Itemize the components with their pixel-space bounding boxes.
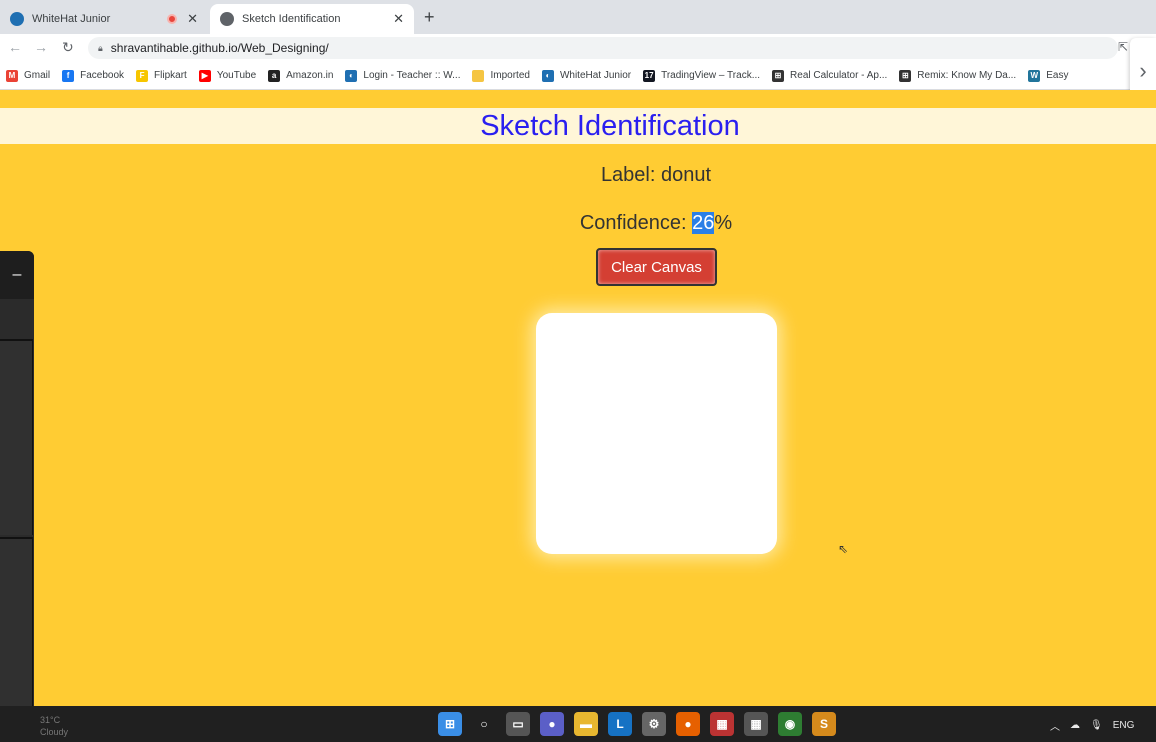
bookmark-item[interactable]: Imported (472, 69, 530, 82)
bookmark-label: WhiteHat Junior (559, 70, 632, 81)
calculator-icon[interactable]: ▦ (744, 712, 768, 736)
clear-canvas-button[interactable]: Clear Canvas (596, 248, 717, 286)
bookmark-item[interactable]: ⊞ Remix: Know My Da... (899, 69, 1017, 82)
share-icon[interactable]: ⇱ (1118, 40, 1128, 54)
globe-icon (220, 12, 234, 26)
bookmark-item[interactable]: ◐ Login - Teacher :: W... (345, 69, 461, 82)
notepad-icon[interactable]: ▦ (710, 712, 734, 736)
bookmark-label: Imported (490, 70, 530, 81)
lync-icon[interactable]: L (608, 712, 632, 736)
cloud-icon[interactable]: ☁ (1070, 720, 1080, 731)
flipkart-icon: F (136, 69, 149, 82)
windows-taskbar: 31°C Cloudy ⊞ ○ ▭ ● ▬ L ⚙ ● ▦ ▦ ◉ S ︿ ☁ 🎙︎ ENG (0, 706, 1156, 742)
url-text: shravantihable.github.io/Web_Designing/ (110, 41, 329, 55)
calculator-icon: ⊞ (772, 69, 785, 82)
browser-toolbar: ← → ↻ 🔒︎ shravantihable.github.io/Web_De… (0, 34, 1156, 62)
bookmarks-bar: M Gmail f Facebook F Flipkart ▶ YouTube a Amazon.… (0, 62, 1156, 90)
mouse-pointer-icon: ⇖ (838, 542, 849, 556)
screen: WhiteHat Junior ✕ Sketch Identification … (0, 0, 1156, 742)
confidence-suffix: % (714, 212, 733, 234)
settings-icon[interactable]: ⚙ (642, 712, 666, 736)
whitehat-icon (10, 12, 24, 26)
confidence-result: Confidence: 26% (0, 212, 1156, 235)
close-tab-icon[interactable]: ✕ (393, 11, 404, 27)
bookmark-item[interactable]: M Gmail (6, 69, 51, 82)
bookmark-label: Real Calculator - Ap... (790, 70, 888, 81)
weather-widget[interactable]: 31°C Cloudy (40, 714, 68, 738)
weather-temperature: 31°C (40, 715, 61, 725)
heading-band: Sketch Identification (0, 108, 1156, 144)
bookmark-label: Flipkart (154, 70, 187, 81)
tab-sketch-identification[interactable]: Sketch Identification ✕ (210, 4, 414, 34)
microphone-icon[interactable]: 🎙︎ (1090, 720, 1103, 731)
tab-title: Sketch Identification (242, 13, 341, 25)
reload-icon[interactable]: ↻ (62, 39, 74, 56)
search-icon[interactable]: ○ (472, 712, 496, 736)
bookmark-label: Gmail (24, 70, 51, 81)
firefox-icon[interactable]: ● (676, 712, 700, 736)
sublime-icon[interactable]: S (812, 712, 836, 736)
side-panel (0, 339, 33, 535)
language-indicator[interactable]: ENG (1113, 720, 1135, 731)
forward-arrow-icon[interactable]: → (34, 39, 48, 55)
bookmark-item[interactable]: 17 TradingView – Track... (643, 69, 761, 82)
page-content: Sketch Identification Label: donut Confi… (0, 90, 1156, 706)
minimize-icon[interactable]: – (0, 251, 34, 299)
tab-title: WhiteHat Junior (32, 13, 111, 25)
browser-tab-strip: WhiteHat Junior ✕ Sketch Identification … (0, 0, 1156, 34)
file-explorer-icon[interactable]: ▬ (574, 712, 598, 736)
recording-indicator-icon (167, 14, 178, 24)
folder-icon (472, 69, 485, 82)
wordpress-icon: W (1028, 69, 1041, 82)
bookmark-label: TradingView – Track... (661, 70, 761, 81)
bookmark-label: Amazon.in (286, 70, 334, 81)
side-window: – (0, 251, 34, 706)
bookmark-item[interactable]: ⊞ Real Calculator - Ap... (772, 69, 888, 82)
gmail-icon: M (6, 69, 18, 82)
back-arrow-icon[interactable]: ← (8, 39, 22, 55)
bookmark-item[interactable]: ◐ WhiteHat Junior (541, 69, 632, 82)
chrome-icon[interactable]: ◉ (778, 712, 802, 736)
task-view-icon[interactable]: ▭ (506, 712, 530, 736)
tradingview-icon: 17 (643, 69, 656, 82)
chevron-up-icon[interactable]: ︿ (1050, 718, 1060, 733)
bookmark-item[interactable]: ▶ YouTube (198, 69, 257, 82)
bookmark-item[interactable]: a Amazon.in (268, 69, 334, 82)
confidence-prefix: Confidence: (579, 212, 693, 234)
taskbar-apps: ⊞ ○ ▭ ● ▬ L ⚙ ● ▦ ▦ ◉ S (438, 712, 836, 736)
bookmark-label: Facebook (80, 70, 125, 81)
lock-icon: 🔒︎ (98, 42, 103, 53)
close-tab-icon[interactable]: ✕ (187, 11, 198, 27)
bookmark-item[interactable]: f Facebook (62, 69, 125, 82)
weather-description: Cloudy (40, 727, 69, 737)
bookmark-label: Easy (1046, 70, 1069, 81)
confidence-value: 26 (692, 212, 715, 234)
address-bar[interactable]: 🔒︎ shravantihable.github.io/Web_Designin… (88, 37, 1118, 59)
system-tray: ︿ ☁ 🎙︎ ENG (1050, 718, 1134, 733)
bookmark-item[interactable]: W Easy (1028, 69, 1069, 82)
label-prefix: Label: (600, 164, 661, 186)
windows-start-icon[interactable]: ⊞ (438, 712, 462, 736)
tab-whitehat-junior[interactable]: WhiteHat Junior ✕ (0, 4, 208, 34)
page-title: Sketch Identification (480, 109, 740, 142)
drawing-canvas[interactable] (536, 313, 777, 554)
whitehat-icon: ◐ (541, 69, 554, 82)
label-value: donut (661, 164, 712, 186)
youtube-icon: ▶ (198, 69, 211, 82)
bookmark-item[interactable]: F Flipkart (136, 69, 187, 82)
label-result: Label: donut (0, 164, 1156, 187)
new-tab-icon[interactable]: + (424, 7, 435, 28)
whitehat-icon: ◐ (345, 69, 358, 82)
remix-icon: ⊞ (899, 69, 912, 82)
side-panel (0, 537, 33, 706)
facebook-icon: f (62, 69, 75, 82)
bookmark-label: Login - Teacher :: W... (363, 70, 461, 81)
bookmark-label: Remix: Know My Da... (917, 70, 1017, 81)
bookmark-label: YouTube (216, 70, 257, 81)
teams-chat-icon[interactable]: ● (540, 712, 564, 736)
amazon-icon: a (268, 69, 281, 82)
